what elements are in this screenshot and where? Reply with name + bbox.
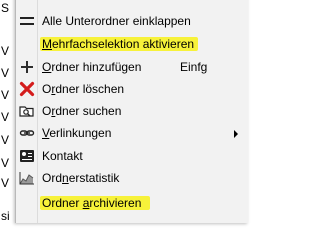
shortcut-label: Einfg	[180, 60, 208, 74]
tree-fragment: V	[1, 110, 10, 124]
collapse-all-icon	[19, 13, 35, 29]
menu-item-collapse-all[interactable]: Alle Unterordner einklappen	[16, 10, 249, 32]
menu-item-label: Ordner suchen	[42, 104, 122, 118]
menu-item-label: Alle Unterordner einklappen	[42, 14, 191, 28]
menu-item-label: Ordner archivieren	[42, 196, 142, 210]
statistics-icon	[19, 170, 35, 186]
tree-fragment: V	[1, 44, 10, 58]
plus-icon	[19, 59, 35, 75]
tree-fragment: V	[1, 156, 10, 170]
menu-item-delete-folder[interactable]: Ordner löschen	[16, 78, 249, 100]
tree-fragment-top: S	[1, 1, 10, 15]
menu-item-archive-folder[interactable]: Ordner archivieren	[16, 192, 249, 214]
menu-item-folder-statistics[interactable]: Ordnerstatistik	[16, 167, 249, 189]
tree-fragment: V	[1, 133, 10, 147]
menu-item-add-folder[interactable]: Ordner hinzufügen Einfg	[16, 56, 249, 78]
tree-fragment: V	[1, 88, 10, 102]
tree-fragment: V	[1, 66, 10, 80]
menu-item-label: Ordnerstatistik	[42, 171, 120, 185]
contact-card-icon	[19, 148, 35, 164]
search-folder-icon	[19, 103, 35, 119]
menu-item-links[interactable]: Verlinkungen	[16, 122, 249, 144]
menu-item-label: Kontakt	[42, 149, 83, 163]
context-menu: Alle Unterordner einklappen Mehrfachsele…	[15, 0, 248, 223]
menu-item-label: Verlinkungen	[42, 126, 112, 140]
menu-item-label: Ordner löschen	[42, 82, 125, 96]
menu-item-label: Ordner hinzufügen	[42, 60, 142, 74]
menu-item-search-folder[interactable]: Ordner suchen	[16, 100, 249, 122]
menu-item-label: Mehrfachselektion aktivieren	[42, 37, 195, 51]
menu-item-multi-select[interactable]: Mehrfachselektion aktivieren	[16, 33, 249, 55]
delete-x-icon	[19, 81, 35, 97]
submenu-arrow-icon	[234, 130, 238, 138]
menu-item-contact[interactable]: Kontakt	[16, 145, 249, 167]
tree-fragment: V	[1, 176, 10, 190]
tree-fragment-bottom: si	[1, 209, 10, 223]
link-icon	[19, 125, 35, 141]
